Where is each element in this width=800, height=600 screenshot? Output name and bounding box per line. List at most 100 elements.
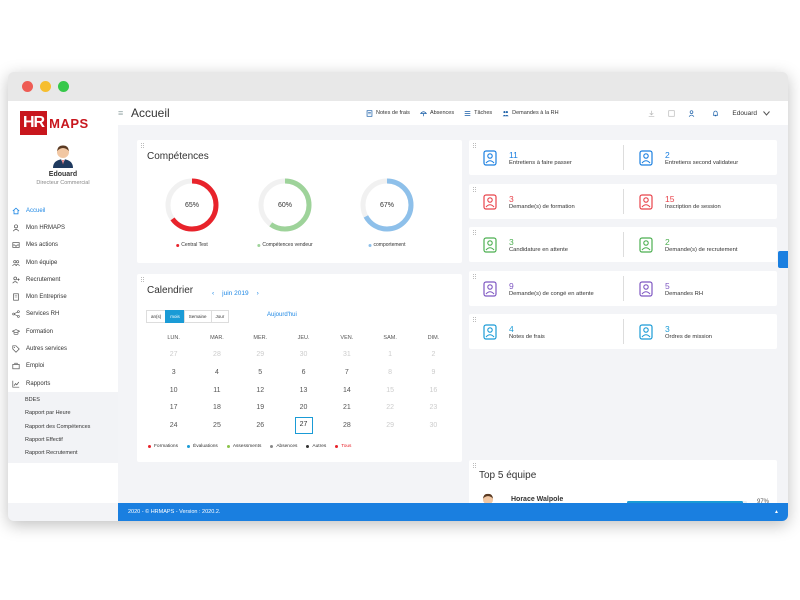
calendar-day[interactable]: 13	[282, 387, 325, 394]
calendar-day[interactable]: 23	[412, 404, 455, 411]
sidebar-item-emploi[interactable]: Emploi	[8, 358, 118, 375]
calendar-day[interactable]: 7	[325, 369, 368, 376]
calendar-day[interactable]: 8	[368, 369, 411, 376]
calendar-day[interactable]: 11	[195, 387, 238, 394]
close-window-button[interactable]	[22, 81, 33, 92]
calendar-day[interactable]: 28	[325, 422, 368, 429]
calendar-next-button[interactable]: ›	[257, 290, 259, 297]
quick-link-notes-de-frais[interactable]: Notes de frais	[366, 109, 410, 117]
stat-session[interactable]: 15 Inscription de session	[625, 184, 775, 219]
sidebar-item-mon-equipe[interactable]: Mon équipe	[8, 254, 118, 271]
calendar-day[interactable]: 6	[282, 369, 325, 376]
user-icon[interactable]	[688, 109, 695, 117]
sidebar-item-mon-hrmaps[interactable]: Mon HRMAPS	[8, 219, 118, 236]
calendar-day[interactable]: 19	[239, 404, 282, 411]
calendar-day[interactable]: 17	[152, 404, 195, 411]
calendar-day-today[interactable]: 27	[294, 417, 313, 435]
submenu-item-bdes[interactable]: BDES	[8, 394, 118, 407]
calendar-day[interactable]: 27	[152, 351, 195, 358]
calendar-day[interactable]: 21	[325, 404, 368, 411]
calendar-day[interactable]: 26	[239, 422, 282, 429]
calendar-day[interactable]: 24	[152, 422, 195, 429]
scroll-up-icon[interactable]: ▲	[774, 509, 779, 515]
quick-link-taches[interactable]: Tâches	[464, 110, 492, 117]
view-day-button[interactable]: Jour	[210, 310, 230, 323]
view-week-button[interactable]: Semaine	[183, 310, 212, 323]
calendar-day[interactable]: 1	[368, 351, 411, 358]
stat-leave[interactable]: 9 Demande(s) de congé en attente	[469, 271, 619, 306]
calendar-day[interactable]: 18	[195, 404, 238, 411]
calendar-day[interactable]: 14	[325, 387, 368, 394]
drag-handle[interactable]	[473, 463, 476, 468]
sidebar-item-autres-services[interactable]: Autres services	[8, 340, 118, 357]
stat-hr-request[interactable]: 5 Demandes RH	[625, 271, 775, 306]
stat-mission[interactable]: 3 Ordres de mission	[625, 314, 775, 349]
download-icon[interactable]	[648, 110, 655, 117]
grid-icon[interactable]	[668, 109, 676, 117]
side-panel-toggle[interactable]	[778, 251, 788, 268]
calendar-day[interactable]: 5	[239, 369, 282, 376]
sidebar-item-mon-entreprise[interactable]: Mon Entreprise	[8, 288, 118, 305]
calendar-day[interactable]: 16	[412, 387, 455, 394]
calendar-legend-item[interactable]: Formations	[148, 444, 178, 449]
calendar-day[interactable]: 3	[152, 369, 195, 376]
sidebar-item-formation[interactable]: Formation	[8, 323, 118, 340]
submenu-item-rapport-par-heure[interactable]: Rapport par Heure	[8, 407, 118, 420]
drag-handle[interactable]	[141, 277, 144, 282]
stat-interview[interactable]: 11 Entretiens à faire passer	[469, 140, 619, 175]
calendar-legend-item[interactable]: Assessments	[226, 444, 261, 449]
quick-link-demandes-rh[interactable]: Demandes à la RH	[502, 110, 559, 117]
today-button[interactable]: Aujourd'hui	[267, 312, 297, 318]
calendar-day[interactable]: 31	[325, 351, 368, 358]
stat-count: 15	[665, 193, 675, 204]
sidebar-item-mes-actions[interactable]: Mes actions	[8, 237, 118, 254]
calendar-day[interactable]: 30	[282, 351, 325, 358]
maximize-window-button[interactable]	[58, 81, 69, 92]
calendar-day[interactable]: 12	[239, 387, 282, 394]
stat-graduation-cap[interactable]: 3 Demande(s) de formation	[469, 184, 619, 219]
quick-link-absences[interactable]: Absences	[419, 110, 455, 117]
stat-recruit[interactable]: 2 Demande(s) de recrutement	[625, 227, 775, 262]
calendar-legend-item[interactable]: Autres	[306, 444, 326, 449]
calendar-day[interactable]: 22	[368, 404, 411, 411]
stat-divider	[623, 232, 624, 257]
sidebar-item-recrutement[interactable]: Recrutement	[8, 271, 118, 288]
calendar-day[interactable]: 9	[412, 369, 455, 376]
minimize-window-button[interactable]	[40, 81, 51, 92]
calendar-day[interactable]: 29	[239, 351, 282, 358]
submenu-item-rapport-competences[interactable]: Rapport des Compétences	[8, 421, 118, 434]
sidebar-item-rapports[interactable]: Rapports	[8, 375, 118, 392]
sidebar-item-accueil[interactable]: Accueil	[8, 202, 118, 219]
calendar-prev-button[interactable]: ‹	[212, 290, 214, 297]
calendar-day[interactable]: 28	[195, 351, 238, 358]
stat-validator[interactable]: 2 Entretiens second validateur	[625, 140, 775, 175]
calendar-day[interactable]: 30	[412, 422, 455, 429]
hrmaps-logo[interactable]: HR MAPS	[20, 110, 118, 136]
submenu-item-rapport-effectif[interactable]: Rapport Effectif	[8, 434, 118, 447]
quick-link-label: Absences	[429, 110, 455, 116]
sidebar-item-services-rh[interactable]: Services RH	[8, 306, 118, 323]
calendar-day[interactable]: 25	[195, 422, 238, 429]
calendar-legend-item[interactable]: Tous	[335, 444, 351, 449]
hamburger-menu-icon[interactable]: ≡	[118, 108, 127, 118]
user-menu[interactable]: Edouard	[732, 110, 770, 117]
stat-expense[interactable]: 4 Notes de frais	[469, 314, 619, 349]
view-month-button[interactable]: mois	[165, 310, 185, 323]
calendar-day[interactable]: 2	[412, 351, 455, 358]
calendar-day[interactable]: 15	[368, 387, 411, 394]
person-icon	[11, 223, 20, 232]
submenu-item-rapport-recrutement[interactable]: Rapport Recrutement	[8, 447, 118, 460]
calendar-day[interactable]: 29	[368, 422, 411, 429]
avatar[interactable]	[50, 142, 76, 168]
calendar-day[interactable]: 10	[152, 387, 195, 394]
view-year-button[interactable]: an(s)	[146, 310, 167, 323]
drag-handle[interactable]	[141, 143, 144, 148]
bell-icon[interactable]	[712, 110, 719, 117]
stat-count: 3	[509, 236, 514, 247]
calendar-legend-item[interactable]: Absences	[270, 444, 297, 449]
calendar-day[interactable]: 4	[195, 369, 238, 376]
calendar-day[interactable]: 20	[282, 404, 325, 411]
calendar-legend-item[interactable]: Évaluations	[187, 444, 218, 449]
stat-candidate[interactable]: 3 Candidature en attente	[469, 227, 619, 262]
stat-divider	[623, 276, 624, 301]
